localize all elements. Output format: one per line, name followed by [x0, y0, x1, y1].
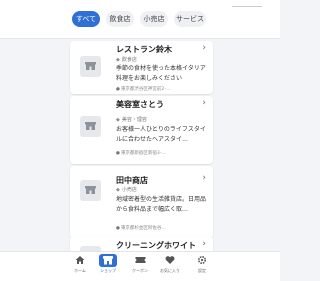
home-icon	[75, 256, 85, 264]
shop-category-label: 小売店	[121, 187, 137, 193]
shop-description: 季節の食材を使った本格イタリア料理をお楽しみください	[116, 65, 206, 82]
gear-icon	[197, 255, 207, 265]
shop-category: ◆ 美容・理容	[116, 116, 147, 123]
shop-card[interactable]: 美容室さとう › ◆ 美容・理容 お客様一人ひとりのライフスタイルに合わせたヘアス…	[70, 96, 213, 164]
shop-address: ●東京都渋谷区神宮前2-…	[116, 86, 170, 92]
shop-address-text: 東京都渋谷区神宮前2-…	[120, 87, 171, 92]
tab-all[interactable]: すべて	[72, 11, 100, 27]
shop-address: ●東京都新宿区新宿3-…	[116, 150, 166, 156]
location-pin-icon: ●	[116, 87, 120, 92]
bottom-navigation: ホーム ショップ クーポン お気に入り 設定	[0, 251, 280, 281]
tab-retail[interactable]: 小売店	[140, 11, 168, 27]
scroll-indicator	[232, 6, 262, 7]
shop-card[interactable]: 田中商店 › ◆ 小売店 地域密着型の生活雑貨店。日用品から食料品まで幅広く取… …	[70, 166, 213, 239]
location-pin-icon: ●	[116, 226, 120, 231]
chevron-right-icon: ›	[202, 43, 206, 53]
chevron-right-icon: ›	[202, 173, 206, 183]
nav-settings[interactable]: 設定	[190, 254, 214, 274]
tab-services[interactable]: サービス	[174, 11, 206, 27]
chevron-right-icon: ›	[202, 239, 206, 249]
store-icon	[85, 186, 96, 194]
shop-address: ●東京都杉並区阿佐谷…	[116, 225, 166, 231]
nav-settings-label: 設定	[198, 268, 206, 273]
heart-icon	[165, 256, 175, 264]
shop-thumbnail	[80, 180, 101, 201]
shop-category: ◆ 飲食店	[116, 56, 137, 63]
nav-home-label: ホーム	[74, 268, 86, 273]
nav-home[interactable]: ホーム	[68, 254, 92, 274]
shop-icon	[103, 256, 113, 265]
chevron-right-icon: ›	[202, 98, 206, 108]
shop-name: クリーニングホワイト	[116, 241, 196, 250]
shop-description: 地域密着型の生活雑貨店。日用品から食料品まで幅広く取…	[116, 196, 207, 213]
shop-address-text: 東京都新宿区新宿3-…	[120, 151, 166, 156]
category-tab-bar: すべて 飲食店 小売店 サービス	[0, 0, 280, 39]
store-icon	[85, 122, 96, 130]
nav-shop-label: ショップ	[100, 268, 116, 273]
location-pin-icon: ●	[116, 151, 120, 156]
shop-category-label: 美容・理容	[121, 117, 147, 123]
shop-card[interactable]: レストラン鈴木 › ◆ 飲食店 季節の食材を使った本格イタリア料理をお楽しみくださ…	[70, 41, 213, 94]
shop-name: 美容室さとう	[116, 100, 164, 109]
shop-thumbnail	[80, 116, 101, 137]
shop-category-label: 飲食店	[121, 57, 137, 63]
nav-coupon[interactable]: クーポン	[128, 254, 152, 274]
tag-icon: ◆	[116, 187, 120, 193]
coupon-icon	[135, 257, 145, 263]
tab-restaurants[interactable]: 飲食店	[106, 11, 134, 27]
tag-icon: ◆	[116, 117, 120, 123]
nav-favorites[interactable]: お気に入り	[158, 254, 182, 274]
shop-description: お客様一人ひとりのライフスタイルに合わせたヘアスタイ…	[116, 126, 206, 143]
nav-favorites-label: お気に入り	[160, 268, 180, 273]
shop-category: ◆ 小売店	[116, 186, 137, 193]
store-icon	[85, 62, 96, 70]
nav-shop[interactable]: ショップ	[96, 254, 120, 274]
shop-address-text: 東京都杉並区阿佐谷…	[120, 226, 166, 231]
tag-icon: ◆	[116, 57, 120, 63]
nav-coupon-label: クーポン	[132, 268, 148, 273]
shop-name: レストラン鈴木	[116, 45, 172, 54]
shop-thumbnail	[80, 56, 101, 77]
shop-name: 田中商店	[116, 176, 148, 185]
